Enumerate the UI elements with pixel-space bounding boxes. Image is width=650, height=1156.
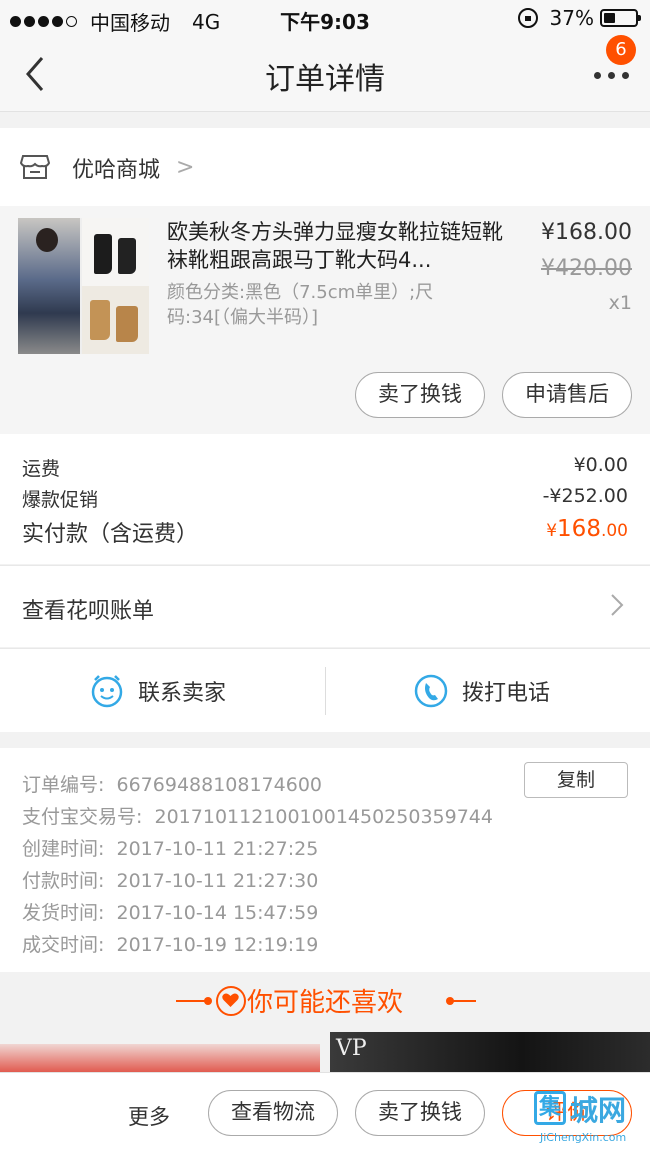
product-photo-black bbox=[82, 218, 149, 286]
contact-seller-button[interactable]: 联系卖家 bbox=[90, 649, 226, 733]
promo-value: -¥252.00 bbox=[542, 485, 628, 507]
product-photo-model bbox=[18, 218, 80, 354]
battery-icon bbox=[600, 9, 641, 27]
order-item[interactable]: 欧美秋冬方头弹力显瘦女靴拉链短靴袜靴粗跟高跟马丁靴大码4... 颜色分类:黑色（… bbox=[0, 206, 650, 434]
paid-label: 实付款（含运费） bbox=[22, 522, 199, 547]
info-label: 订单编号: bbox=[22, 774, 105, 796]
shipped-time: 2017-10-14 15:47:59 bbox=[116, 902, 319, 924]
recommend-line-right bbox=[450, 1000, 476, 1002]
product-photo-tan bbox=[82, 286, 149, 354]
contact-seller-label: 联系卖家 bbox=[138, 681, 227, 706]
order-info-row: 成交时间: 2017-10-19 12:19:19 bbox=[22, 930, 318, 957]
info-label: 付款时间: bbox=[22, 870, 105, 892]
sell-button[interactable]: 卖了换钱 bbox=[355, 372, 485, 418]
shop-name: 优哈商城 bbox=[72, 158, 161, 183]
recommend-title: 你可能还喜欢 bbox=[246, 988, 403, 1018]
promo-row: 爆款促销 -¥252.00 bbox=[22, 485, 628, 512]
info-label: 创建时间: bbox=[22, 838, 105, 860]
status-bar: 中国移动 4G 下午9:03 37% bbox=[0, 0, 650, 36]
product-sku: 颜色分类:黑色（7.5cm单里）;尺码:34[（偏大半码）] bbox=[167, 282, 434, 328]
watermark-en-text: JiChengXin.com bbox=[540, 1131, 627, 1144]
order-info-row: 发货时间: 2017-10-14 15:47:59 bbox=[22, 898, 318, 925]
phone-icon bbox=[414, 674, 448, 708]
notification-badge: 6 bbox=[606, 35, 636, 65]
huabei-bill-row[interactable]: 查看花呗账单 bbox=[0, 565, 650, 647]
recommend-grid: VP bbox=[0, 1032, 650, 1072]
paid-time: 2017-10-11 21:27:30 bbox=[116, 870, 319, 892]
paid-row: 实付款（含运费） ¥168.00 bbox=[22, 516, 628, 548]
info-label: 发货时间: bbox=[22, 902, 105, 924]
order-info-row: 创建时间: 2017-10-11 21:27:25 bbox=[22, 834, 318, 861]
alipay-trade-number: 2017101121001001450250359744 bbox=[154, 806, 493, 828]
chat-face-icon bbox=[91, 675, 123, 708]
shipping-value: ¥0.00 bbox=[573, 454, 628, 476]
created-time: 2017-10-11 21:27:25 bbox=[116, 838, 319, 860]
recommend-product-image[interactable] bbox=[0, 1044, 320, 1072]
order-info: 复制 订单编号: 66769488108174600 支付宝交易号: 20171… bbox=[0, 748, 650, 972]
shipping-label: 运费 bbox=[22, 458, 61, 480]
rotation-lock-icon bbox=[517, 8, 538, 28]
battery-fill bbox=[604, 13, 615, 23]
product-price: ¥168.00 bbox=[541, 220, 632, 245]
info-label: 支付宝交易号: bbox=[22, 806, 143, 828]
order-info-row: 支付宝交易号: 2017101121001001450250359744 bbox=[22, 802, 493, 829]
more-dot-icon bbox=[594, 72, 601, 79]
paid-currency: ¥ bbox=[546, 521, 558, 541]
fee-summary: 运费 ¥0.00 爆款促销 -¥252.00 实付款（含运费） ¥168.00 bbox=[0, 434, 650, 564]
order-info-row: 订单编号: 66769488108174600 bbox=[22, 770, 322, 797]
paid-decimals: .00 bbox=[600, 521, 628, 541]
watermark-cn-text: 城网 bbox=[570, 1094, 627, 1127]
chevron-right-icon bbox=[611, 594, 624, 616]
call-phone-button[interactable]: 拨打电话 bbox=[414, 649, 550, 733]
status-right: 37% bbox=[517, 6, 641, 30]
product-title: 欧美秋冬方头弹力显瘦女靴拉链短靴袜靴粗跟高跟马丁靴大码4... bbox=[167, 220, 503, 272]
promo-label: 爆款促销 bbox=[22, 489, 99, 511]
battery-percent: 37% bbox=[549, 6, 594, 30]
order-number: 66769488108174600 bbox=[116, 774, 323, 796]
chevron-right-icon: > bbox=[176, 155, 195, 180]
info-label: 成交时间: bbox=[22, 934, 105, 956]
completed-time: 2017-10-19 12:19:19 bbox=[116, 934, 319, 956]
nav-bar: 订单详情 bbox=[0, 36, 650, 112]
shipping-row: 运费 ¥0.00 bbox=[22, 454, 628, 481]
brand-logo-text: VP bbox=[336, 1036, 367, 1061]
sell-for-cash-button[interactable]: 卖了换钱 bbox=[355, 1090, 485, 1136]
product-thumbnail bbox=[18, 218, 149, 354]
product-original-price: ¥420.00 bbox=[541, 256, 632, 281]
paid-value: ¥168.00 bbox=[546, 516, 628, 542]
more-dot-icon bbox=[608, 72, 615, 79]
huabei-label: 查看花呗账单 bbox=[22, 599, 155, 624]
paid-amount: 168 bbox=[557, 516, 601, 542]
site-watermark: 集 城网 JiChengXin.com bbox=[534, 1085, 646, 1151]
watermark-logo-box: 集 bbox=[534, 1091, 566, 1125]
view-logistics-button[interactable]: 查看物流 bbox=[208, 1090, 338, 1136]
shop-icon bbox=[20, 155, 50, 179]
recommend-header: 你可能还喜欢 bbox=[0, 972, 650, 1030]
call-phone-label: 拨打电话 bbox=[462, 681, 551, 706]
contact-divider bbox=[325, 667, 326, 715]
product-quantity: x1 bbox=[608, 292, 632, 314]
order-info-row: 付款时间: 2017-10-11 21:27:30 bbox=[22, 866, 318, 893]
aftersale-button[interactable]: 申请售后 bbox=[502, 372, 632, 418]
copy-order-number-button[interactable]: 复制 bbox=[524, 762, 628, 798]
recommend-product-image[interactable]: VP bbox=[330, 1032, 650, 1072]
page-title: 订单详情 bbox=[265, 62, 385, 97]
more-actions-button[interactable]: 更多 bbox=[128, 1101, 170, 1131]
contact-bar: 联系卖家 拨打电话 bbox=[0, 648, 650, 732]
more-dot-icon bbox=[622, 72, 629, 79]
shop-row[interactable]: 优哈商城 > bbox=[0, 128, 650, 206]
